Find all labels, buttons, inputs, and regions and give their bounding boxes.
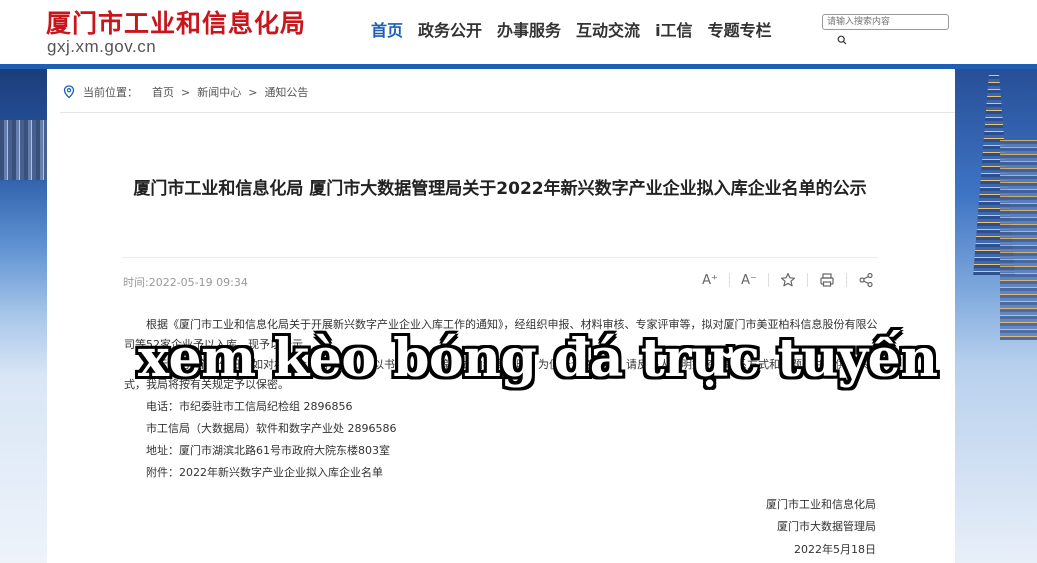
search-icon[interactable]: [837, 35, 847, 45]
breadcrumb-home[interactable]: 首页: [152, 84, 174, 100]
toolbar-divider: [807, 273, 808, 287]
publish-time: 时间:2022-05-19 09:34: [123, 276, 248, 289]
print-icon[interactable]: [817, 270, 837, 290]
article-toolbar: A⁺ A⁻: [700, 270, 876, 290]
star-icon[interactable]: [778, 270, 798, 290]
search-input[interactable]: [822, 14, 949, 30]
attachment-link[interactable]: 附件：2022年新兴数字产业企业拟入库企业名单: [124, 463, 879, 483]
signature-bureau-2: 厦门市大数据管理局: [777, 520, 876, 533]
nav-item-home[interactable]: 首页: [371, 17, 403, 41]
article-title: 厦门市工业和信息化局 厦门市大数据管理局关于2022年新兴数字产业企业拟入库企业…: [133, 179, 867, 199]
background-city-image: [0, 120, 47, 180]
main-nav: 首页 政务公开 办事服务 互动交流 i工信 专题专栏: [371, 17, 787, 41]
location-icon: [63, 85, 75, 99]
breadcrumb-divider: [60, 112, 955, 113]
background-building-image: [1000, 140, 1037, 340]
breadcrumb: 当前位置： 首页 > 新闻中心 > 通知公告: [63, 84, 308, 100]
contact-address: 地址：厦门市湖滨北路61号市政府大院东楼803室: [146, 444, 390, 457]
breadcrumb-label: 当前位置：: [83, 86, 138, 99]
nav-item-gov-open[interactable]: 政务公开: [418, 17, 482, 41]
nav-item-igongxin[interactable]: i工信: [655, 17, 693, 41]
contact-phone-1: 电话：市纪委驻市工信局纪检组 2896856: [146, 400, 353, 413]
breadcrumb-news-center[interactable]: 新闻中心: [197, 84, 241, 100]
breadcrumb-separator: >: [181, 85, 191, 99]
breadcrumb-separator: >: [248, 85, 258, 99]
toolbar-divider: [768, 273, 769, 287]
nav-item-services[interactable]: 办事服务: [497, 17, 561, 41]
breadcrumb-notices[interactable]: 通知公告: [264, 84, 308, 100]
nav-item-interaction[interactable]: 互动交流: [576, 17, 640, 41]
site-logo[interactable]: 厦门市工业和信息化局: [46, 4, 306, 40]
site-header: 厦门市工业和信息化局 gxj.xm.gov.cn 首页 政务公开 办事服务 互动…: [0, 0, 1037, 64]
nav-item-special-topics[interactable]: 专题专栏: [708, 17, 772, 41]
title-divider: [122, 257, 878, 258]
signature-date: 2022年5月18日: [794, 543, 876, 556]
share-icon[interactable]: [856, 270, 876, 290]
contact-phone-2: 市工信局（大数据局）软件和数字产业处 2896586: [146, 422, 397, 435]
signature-bureau-1: 厦门市工业和信息化局: [766, 498, 876, 511]
toolbar-divider: [729, 273, 730, 287]
toolbar-divider: [846, 273, 847, 287]
font-decrease-icon[interactable]: A⁻: [739, 270, 759, 290]
font-increase-icon[interactable]: A⁺: [700, 270, 720, 290]
overlay-watermark-text: xem kèo bóng đá trực tuyến: [138, 328, 938, 389]
site-url: gxj.xm.gov.cn: [47, 37, 157, 56]
